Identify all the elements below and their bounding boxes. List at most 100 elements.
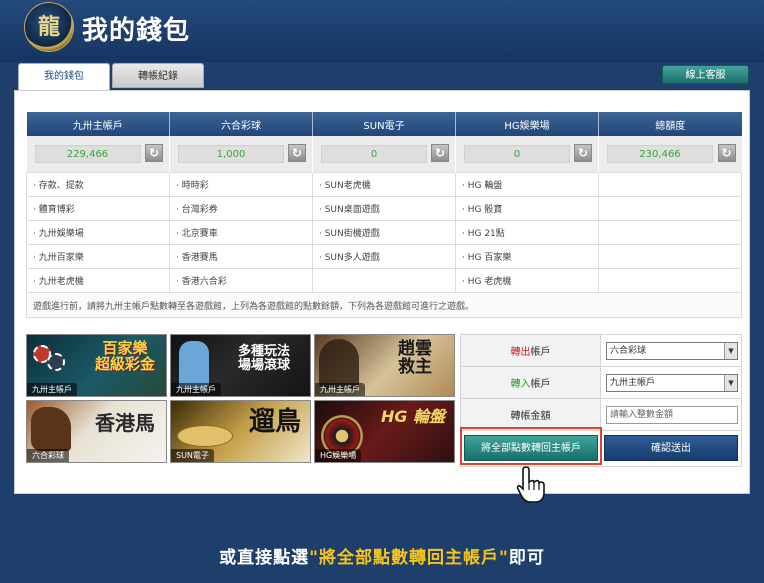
column-header: SUN電子 (312, 112, 456, 136)
game-item[interactable]: · 北京賽車 (169, 220, 313, 245)
game-item[interactable]: · 香港六合彩 (169, 268, 313, 293)
transfer-from-row: 轉出帳戶 六合彩球 ▼ (460, 334, 742, 367)
banner-title: 多種玩法 場場滾球 (237, 344, 290, 373)
banner-title: 趙雲 救主 (398, 339, 432, 377)
refresh-icon[interactable]: ↻ (717, 144, 736, 162)
game-item (312, 268, 456, 293)
page-title: 我的錢包 (82, 16, 191, 46)
game-item[interactable]: · 時時彩 (169, 172, 313, 197)
game-item[interactable]: · HG 骰寶 (455, 196, 599, 221)
hand-pointer-icon (516, 466, 545, 503)
hg-roulette-banner[interactable]: HG 輪盤 HG娛樂場 (314, 400, 455, 463)
balance-value: 1,000 (178, 145, 284, 163)
game-item[interactable]: · HG 輪盤 (455, 172, 599, 197)
total-balance-value: 230,466 (607, 145, 713, 163)
game-item[interactable]: · 台灣彩券 (169, 196, 313, 221)
column-header: 九卅主帳戶 (26, 112, 170, 136)
gold-ingot-icon (177, 425, 233, 447)
banner-caption: SUN電子 (171, 449, 214, 462)
instruction-bar: 或直接點選"將全部點數轉回主帳戶"即可 (0, 527, 764, 583)
transfer-from-value: 六合彩球 (610, 345, 647, 356)
game-item[interactable]: · HG 21點 (455, 220, 599, 245)
game-item[interactable]: · 九卅百家樂 (26, 244, 170, 269)
online-support-button[interactable]: 線上客服 (662, 65, 749, 84)
refresh-icon[interactable]: ↻ (574, 144, 592, 162)
balance-value: 229,466 (34, 145, 141, 163)
transfer-from-label: 轉出帳戶 (460, 334, 601, 367)
tab-my-wallet[interactable]: 我的錢包 (18, 63, 110, 91)
refresh-icon[interactable]: ↻ (145, 144, 163, 162)
wallet-header-row: 九卅主帳戶 六合彩球 SUN電子 HG娛樂場 總額度 (26, 112, 742, 136)
transfer-to-row: 轉入帳戶 九卅主帳戶 ▼ (460, 366, 742, 399)
zhao-yun-banner[interactable]: 趙雲 救主 九卅主帳戶 (314, 334, 455, 397)
refresh-icon[interactable]: ↻ (288, 144, 306, 162)
dragon-emblem-icon: 龍 (24, 2, 74, 52)
baccarat-banner[interactable]: 百家樂 超級彩金 九卅主帳戶 (26, 334, 167, 397)
game-item[interactable]: · 香港賽馬 (169, 244, 313, 269)
column-header: HG娛樂場 (455, 112, 599, 136)
game-row: · 體育博彩 · 台灣彩券 · SUN桌面遊戲 · HG 骰寶 (26, 196, 742, 221)
caption-highlight: "將全部點數轉回主帳戶" (309, 548, 509, 568)
game-item[interactable]: · SUN老虎機 (312, 172, 456, 197)
game-item (598, 220, 742, 245)
game-item[interactable]: · 體育博彩 (26, 196, 170, 221)
game-row: · 九卅娛樂場 · 北京賽車 · SUN街機遊戲 · HG 21點 (26, 220, 742, 245)
game-item[interactable]: · 九卅老虎機 (26, 268, 170, 293)
banner-title: HG 輪盤 (380, 407, 446, 426)
chip-icon (47, 353, 65, 371)
tab-transfer-history[interactable]: 轉帳紀錄 (112, 63, 204, 88)
hk-horse-banner[interactable]: 香港馬 六合彩球 (26, 400, 167, 463)
from-label-highlight: 轉出 (510, 347, 531, 358)
note-row: 遊戲進行前，請將九卅主帳戶點數轉至各遊戲館，上列為各遊戲館的點數餘額，下列為各遊… (26, 292, 742, 318)
balance-value: 0 (321, 145, 427, 163)
game-item[interactable]: · SUN桌面遊戲 (312, 196, 456, 221)
to-label-highlight: 轉入 (510, 379, 531, 390)
game-item[interactable]: · 九卅娛樂場 (26, 220, 170, 245)
balance-row: 229,466 ↻ 1,000 ↻ 0 ↻ 0 ↻ 230,466 ↻ (26, 136, 742, 173)
game-item (598, 244, 742, 269)
game-item (598, 268, 742, 293)
game-item[interactable]: · SUN街機遊戲 (312, 220, 456, 245)
game-item[interactable]: · HG 老虎機 (455, 268, 599, 293)
banner-caption: 六合彩球 (27, 449, 69, 462)
transfer-to-label: 轉入帳戶 (460, 366, 601, 399)
sports-banner[interactable]: 多種玩法 場場滾球 九卅主帳戶 (170, 334, 311, 397)
game-row: · 九卅老虎機 · 香港六合彩 · HG 老虎機 (26, 268, 742, 293)
banner-title: 百家樂 超級彩金 (94, 339, 155, 373)
wallet-note: 遊戲進行前，請將九卅主帳戶點數轉至各遊戲館，上列為各遊戲館的點數餘額，下列為各遊… (26, 292, 742, 318)
banner-caption: 九卅主帳戶 (315, 383, 365, 396)
game-item[interactable]: · 存款、提款 (26, 172, 170, 197)
transfer-amount-row: 轉帳金額 (460, 398, 742, 431)
transfer-amount-label: 轉帳金額 (460, 398, 601, 431)
banner-title: 香港馬 (95, 411, 155, 435)
chevron-down-icon[interactable]: ▼ (724, 374, 737, 391)
page-header: 龍 我的錢包 (0, 0, 764, 62)
confirm-submit-button[interactable]: 確認送出 (604, 435, 738, 461)
horse-icon (31, 407, 71, 451)
game-item[interactable]: · HG 百家樂 (455, 244, 599, 269)
warrior-icon (319, 339, 359, 389)
highlight-outline (460, 427, 602, 465)
transfer-from-select[interactable]: 六合彩球 ▼ (606, 341, 738, 360)
athlete-icon (179, 341, 209, 389)
to-label-rest: 帳戶 (530, 379, 551, 390)
sun-game-banner[interactable]: 遛鳥 SUN電子 (170, 400, 311, 463)
wallet-table: 九卅主帳戶 六合彩球 SUN電子 HG娛樂場 總額度 229,466 ↻ 1,00… (26, 112, 742, 318)
transfer-to-select[interactable]: 九卅主帳戶 ▼ (606, 373, 738, 392)
caption-text: 或直接點選 (219, 548, 310, 568)
transfer-to-value: 九卅主帳戶 (610, 377, 656, 388)
game-item (598, 172, 742, 197)
balance-value: 0 (464, 145, 570, 163)
chevron-down-icon[interactable]: ▼ (724, 342, 737, 359)
transfer-amount-input[interactable] (606, 405, 738, 424)
from-label-rest: 帳戶 (530, 347, 551, 358)
refresh-icon[interactable]: ↻ (431, 144, 449, 162)
banner-caption: HG娛樂場 (315, 449, 362, 462)
banner-caption: 九卅主帳戶 (171, 383, 221, 396)
banner-caption: 九卅主帳戶 (27, 383, 77, 396)
game-row: · 九卅百家樂 · 香港賽馬 · SUN多人遊戲 · HG 百家樂 (26, 244, 742, 269)
column-header: 總額度 (598, 112, 742, 136)
game-item[interactable]: · SUN多人遊戲 (312, 244, 456, 269)
column-header: 六合彩球 (169, 112, 313, 136)
game-row: · 存款、提款 · 時時彩 · SUN老虎機 · HG 輪盤 (26, 172, 742, 197)
